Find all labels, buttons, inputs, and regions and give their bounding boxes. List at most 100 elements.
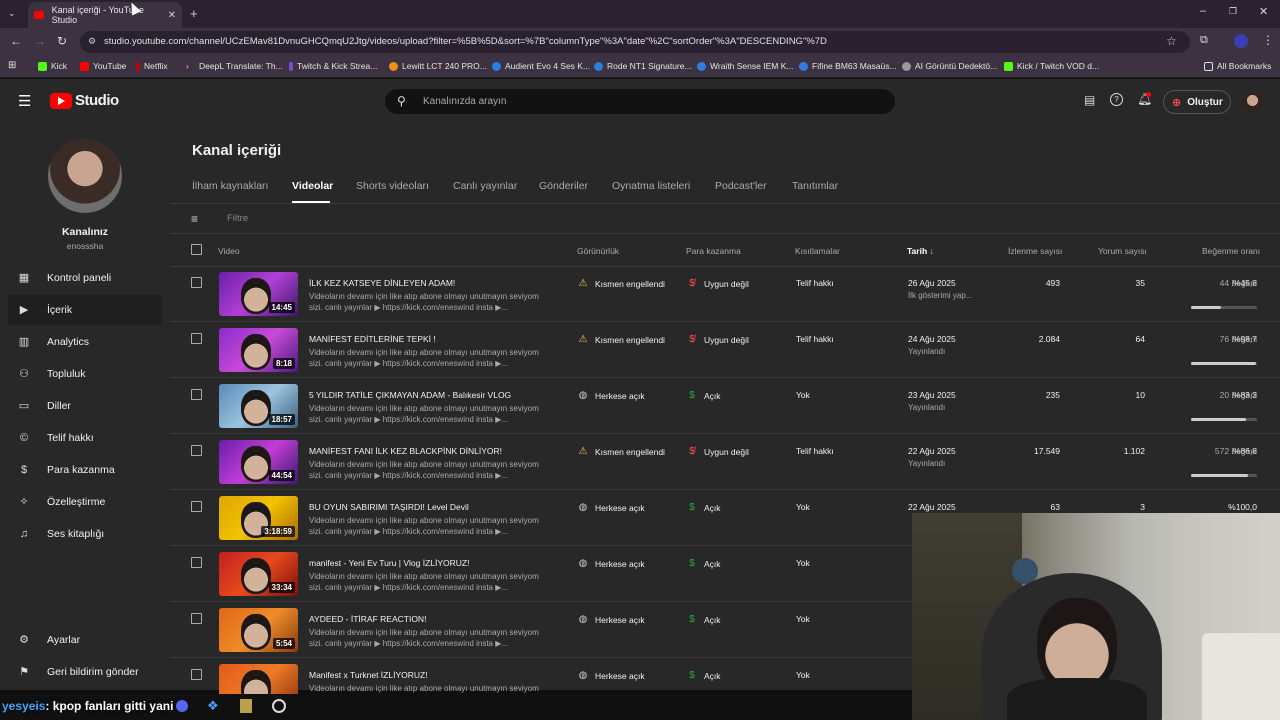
- tab-search-icon[interactable]: ⌄: [8, 8, 20, 20]
- video-title[interactable]: 5 YILDIR TATİLE ÇIKMAYAN ADAM - Balıkesi…: [309, 390, 511, 400]
- col-restrictions[interactable]: Kısıtlamalar: [795, 246, 840, 256]
- visibility-cell[interactable]: ⚠ Kısmen engellendi: [577, 278, 665, 289]
- table-row[interactable]: 8:18 MANİFEST EDİTLERİNE TEPKİ ! Videoları…: [170, 322, 1280, 378]
- video-thumbnail[interactable]: 5:54: [219, 608, 298, 652]
- video-thumbnail[interactable]: 14:45: [219, 272, 298, 316]
- extensions-icon[interactable]: ⧉: [1200, 34, 1208, 47]
- monetization-cell[interactable]: $̸ Uygun değil: [686, 334, 749, 345]
- restore-icon[interactable]: ❐: [1229, 6, 1237, 17]
- tab-inspiration[interactable]: İlham kaynakları: [192, 180, 268, 192]
- row-checkbox[interactable]: [191, 333, 202, 344]
- hamburger-menu-icon[interactable]: ☰: [18, 92, 31, 110]
- tab-podcasts[interactable]: Podcast'ler: [715, 180, 767, 192]
- visibility-cell[interactable]: ◍ Herkese açık: [577, 502, 645, 513]
- restrictions-cell[interactable]: Telif hakkı: [796, 446, 834, 456]
- tab-live[interactable]: Canlı yayınlar: [453, 180, 517, 192]
- sidebar-item-settings[interactable]: ⚙ Ayarlar: [8, 625, 162, 655]
- video-title[interactable]: MANİFEST FANI İLK KEZ BLACKPİNK DİNLİYOR…: [309, 446, 502, 456]
- bookmark-vod[interactable]: Kick / Twitch VOD d...: [1004, 61, 1099, 71]
- profile-icon[interactable]: [1234, 34, 1248, 48]
- address-bar[interactable]: studio.youtube.com/channel/UCzEMav81Dvnu…: [80, 31, 1190, 53]
- sidebar-item-copyright[interactable]: © Telif hakkı: [8, 423, 162, 453]
- bookmark-wraith[interactable]: Wraith Sense IEM K...: [697, 61, 793, 71]
- tab-posts[interactable]: Gönderiler: [539, 180, 588, 192]
- monetization-cell[interactable]: $ Açık: [686, 558, 720, 569]
- taskbar-app-icon[interactable]: [176, 700, 188, 712]
- row-checkbox[interactable]: [191, 557, 202, 568]
- sidebar-item-dashboard[interactable]: ▦ Kontrol paneli: [8, 263, 162, 293]
- visibility-cell[interactable]: ◍ Herkese açık: [577, 614, 645, 625]
- bookmark-kick[interactable]: Kick: [38, 61, 67, 71]
- monetization-cell[interactable]: $ Açık: [686, 502, 720, 513]
- video-thumbnail[interactable]: 3:18:59: [219, 496, 298, 540]
- table-row[interactable]: 14:45 İLK KEZ KATSEYE DİNLEYEN ADAM! Video…: [170, 266, 1280, 322]
- forward-icon[interactable]: →: [34, 34, 46, 48]
- video-title[interactable]: BU OYUN SABIRIMI TAŞIRDI! Level Devil: [309, 502, 469, 512]
- bookmark-deepl[interactable]: › DeepL Translate: Th...: [186, 61, 283, 71]
- tab-videos[interactable]: Videolar: [292, 180, 333, 192]
- video-title[interactable]: İLK KEZ KATSEYE DİNLEYEN ADAM!: [309, 278, 455, 288]
- video-thumbnail[interactable]: 18:57: [219, 384, 298, 428]
- sidebar-item-customization[interactable]: ✧ Özelleştirme: [8, 487, 162, 517]
- tab-promotions[interactable]: Tanıtımlar: [792, 180, 838, 192]
- close-window-icon[interactable]: ✕: [1259, 5, 1268, 18]
- browser-tab[interactable]: Kanal içeriği - YouTube Studio ✕: [28, 2, 182, 28]
- restrictions-cell[interactable]: Yok: [796, 670, 810, 680]
- sidebar-item-analytics[interactable]: ▥ Analytics: [8, 327, 162, 357]
- bookmark-audient[interactable]: Audient Evo 4 Ses K...: [492, 61, 590, 71]
- restrictions-cell[interactable]: Yok: [796, 614, 810, 624]
- monetization-cell[interactable]: $ Açık: [686, 670, 720, 681]
- col-date[interactable]: Tarih ↓: [907, 246, 934, 256]
- video-thumbnail[interactable]: 33:34: [219, 552, 298, 596]
- table-row[interactable]: 44:54 MANİFEST FANI İLK KEZ BLACKPİNK DİN…: [170, 434, 1280, 490]
- restrictions-cell[interactable]: Telif hakkı: [796, 278, 834, 288]
- video-thumbnail[interactable]: 8:18: [219, 328, 298, 372]
- filter-icon[interactable]: ≡: [191, 212, 198, 226]
- row-checkbox[interactable]: [191, 669, 202, 680]
- tab-playlists[interactable]: Oynatma listeleri: [612, 180, 690, 192]
- monetization-cell[interactable]: $ Açık: [686, 390, 720, 401]
- taskbar-app-icon[interactable]: [272, 699, 286, 713]
- taskbar-app-icon[interactable]: [240, 699, 252, 713]
- col-views[interactable]: İzlenme sayısı: [1008, 246, 1062, 256]
- minimize-icon[interactable]: –: [1200, 5, 1206, 17]
- new-tab-button[interactable]: +: [190, 6, 198, 21]
- monetization-cell[interactable]: $̸ Uygun değil: [686, 278, 749, 289]
- visibility-cell[interactable]: ◍ Herkese açık: [577, 670, 645, 681]
- table-row[interactable]: 18:57 5 YILDIR TATİLE ÇIKMAYAN ADAM - Bal…: [170, 378, 1280, 434]
- bookmark-netflix[interactable]: Netflix: [136, 61, 168, 71]
- menu-dots-icon[interactable]: ⋮: [1262, 33, 1274, 47]
- col-monetization[interactable]: Para kazanma: [686, 246, 741, 256]
- monetization-cell[interactable]: $ Açık: [686, 614, 720, 625]
- taskbar-app-icon[interactable]: ❖: [207, 698, 219, 714]
- bookmark-lewitt[interactable]: Lewitt LCT 240 PRO...: [389, 61, 487, 71]
- row-checkbox[interactable]: [191, 445, 202, 456]
- restrictions-cell[interactable]: Telif hakkı: [796, 334, 834, 344]
- account-avatar[interactable]: [1242, 91, 1263, 112]
- row-checkbox[interactable]: [191, 277, 202, 288]
- sidebar-item-languages[interactable]: ▭ Diller: [8, 391, 162, 421]
- site-info-icon[interactable]: ⚙: [88, 36, 96, 47]
- row-checkbox[interactable]: [191, 501, 202, 512]
- studio-logo[interactable]: Studio: [50, 92, 119, 109]
- monetization-cell[interactable]: $̸ Uygun değil: [686, 446, 749, 457]
- apps-grid-icon[interactable]: ⊞: [8, 60, 16, 71]
- bookmark-star-icon[interactable]: ☆: [1166, 34, 1177, 48]
- sidebar-item-community[interactable]: ⚇ Topluluk: [8, 359, 162, 389]
- select-all-checkbox[interactable]: [191, 244, 202, 255]
- video-thumbnail[interactable]: 44:54: [219, 440, 298, 484]
- sidebar-item-monetization[interactable]: $ Para kazanma: [8, 455, 162, 485]
- help-icon[interactable]: ?: [1110, 93, 1123, 106]
- video-title[interactable]: manifest - Yeni Ev Turu | Vlog İZLİYORUZ…: [309, 558, 469, 568]
- reload-icon[interactable]: ↻: [57, 34, 67, 48]
- col-visibility[interactable]: Görünürlük: [577, 246, 619, 256]
- bookmark-rode[interactable]: Rode NT1 Signature...: [594, 61, 692, 71]
- restrictions-cell[interactable]: Yok: [796, 502, 810, 512]
- col-comments[interactable]: Yorum sayısı: [1098, 246, 1147, 256]
- close-tab-icon[interactable]: ✕: [168, 10, 176, 21]
- create-button[interactable]: ⊕ Oluştur: [1163, 90, 1231, 114]
- col-likes[interactable]: Beğenme oranı: [1202, 246, 1260, 256]
- restrictions-cell[interactable]: Yok: [796, 390, 810, 400]
- filter-input[interactable]: Filtre: [227, 213, 248, 224]
- sidebar-item-content[interactable]: ▶ İçerik: [8, 295, 162, 325]
